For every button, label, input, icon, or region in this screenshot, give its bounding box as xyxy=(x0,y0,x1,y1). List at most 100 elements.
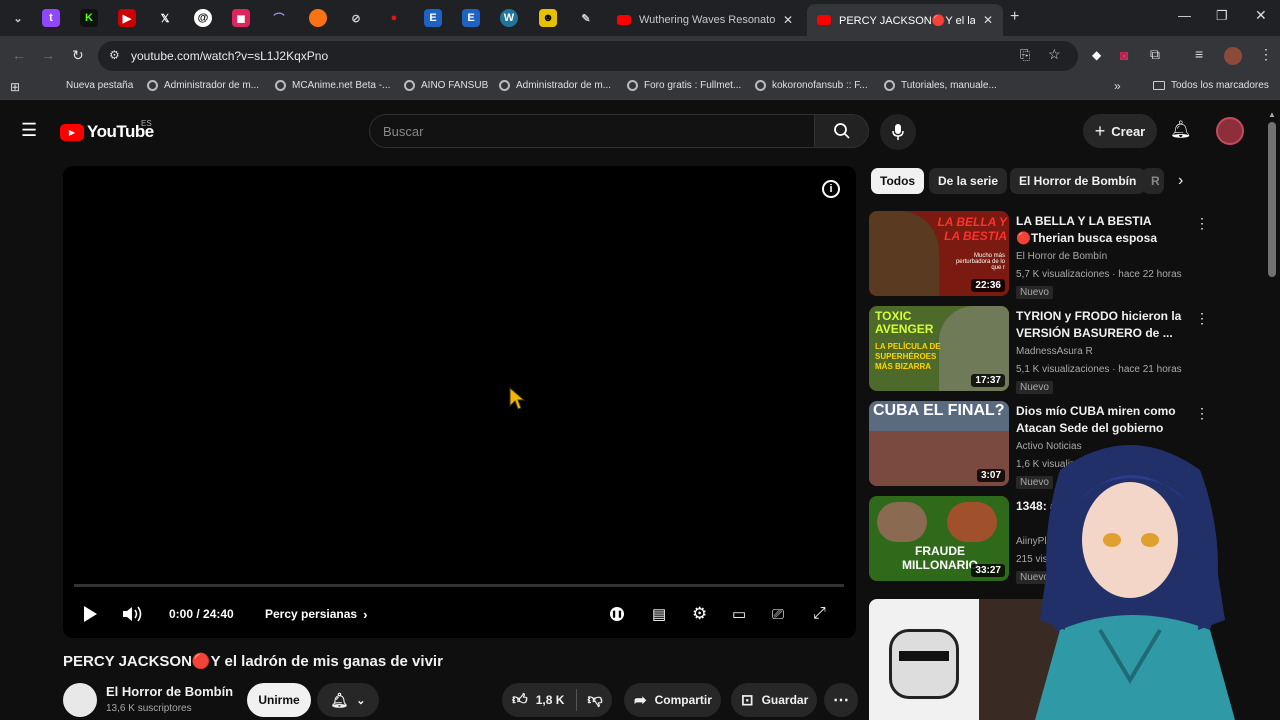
app-tab-icon[interactable] xyxy=(309,9,327,27)
like-count[interactable]: 1,8 K xyxy=(536,693,565,707)
chip-more[interactable]: R xyxy=(1142,168,1164,194)
video-thumbnail[interactable]: TOXIC AVENGER LA PELÍCULA DE SUPERHÉROES… xyxy=(869,306,1009,391)
fullscreen-icon[interactable]: ⤢ xyxy=(813,602,826,626)
chip-channel[interactable]: El Horror de Bombín xyxy=(1010,168,1146,194)
bookmark-item[interactable]: Administrador de m... xyxy=(499,80,611,91)
install-app-icon[interactable]: ⎘ xyxy=(1020,47,1030,63)
subscription-bell-button[interactable]: 🔔︎ ⌄ xyxy=(317,683,379,717)
scroll-up-icon[interactable]: ▲ xyxy=(1268,110,1276,119)
share-button[interactable]: ➦ Compartir xyxy=(624,683,721,717)
all-bookmarks-folder[interactable]: Todos los marcadores xyxy=(1153,80,1269,91)
app-tab-icon[interactable]: ● xyxy=(385,9,403,27)
more-options-icon[interactable]: ⋮ xyxy=(1195,405,1209,422)
dislike-icon[interactable]: 👎︎ xyxy=(587,691,602,709)
theater-mode-icon[interactable]: ▭ xyxy=(732,602,746,626)
recommended-video[interactable]: TOXIC AVENGER LA PELÍCULA DE SUPERHÉROES… xyxy=(869,306,1269,394)
bookmark-item[interactable]: MCAnime.net Beta -... xyxy=(275,80,390,91)
extension-icon[interactable]: ◆ xyxy=(1092,48,1101,62)
account-avatar[interactable] xyxy=(1216,117,1244,145)
bookmark-star-icon[interactable]: ☆ xyxy=(1048,46,1061,63)
tab-wuthering-waves[interactable]: Wuthering Waves Resonator Co ✕ xyxy=(607,4,803,36)
more-actions-icon[interactable]: ⋯ xyxy=(824,683,858,717)
voice-search-button[interactable] xyxy=(880,114,916,150)
app-tab-icon[interactable]: ✎ xyxy=(577,9,595,27)
video-thumbnail[interactable]: CUBA EL FINAL? 3:07 xyxy=(869,401,1009,486)
x-tab-icon[interactable]: 𝕏 xyxy=(156,9,174,27)
forward-icon[interactable]: → xyxy=(41,47,55,63)
save-button[interactable]: ⊡ Guardar xyxy=(731,683,817,717)
video-thumbnail[interactable]: FRAUDE MILLONARIO 33:27 xyxy=(869,496,1009,581)
like-icon[interactable]: 👍︎ xyxy=(512,691,528,709)
media-control-icon[interactable]: ≡ xyxy=(1195,46,1203,62)
close-tab-icon[interactable]: ✕ xyxy=(783,13,793,27)
search-input[interactable]: Buscar xyxy=(369,114,815,148)
back-icon[interactable]: ← xyxy=(12,47,26,63)
tab-search-icon[interactable]: ⌄ xyxy=(9,9,27,27)
new-tab-icon[interactable]: + xyxy=(1010,8,1019,26)
app-tab-icon[interactable]: ☻ xyxy=(539,9,557,27)
site-info-icon[interactable]: ⚙ xyxy=(109,48,120,62)
youtube-logo[interactable]: ▶ YouTube xyxy=(60,122,154,142)
volume-button[interactable] xyxy=(121,602,145,626)
bookmark-item[interactable]: Foro gratis : Fullmet... xyxy=(627,80,741,91)
hamburger-menu-icon[interactable]: ☰ xyxy=(21,120,37,141)
info-icon[interactable]: i xyxy=(822,180,840,198)
chip-all[interactable]: Todos xyxy=(871,168,925,194)
page-scrollbar[interactable] xyxy=(1268,122,1276,277)
recommended-title[interactable]: TYRION y FRODO hicieron la VERSIÓN BASUR… xyxy=(1016,308,1191,342)
youtube-tab-icon[interactable]: ▶ xyxy=(118,9,136,27)
app-tab-icon[interactable]: ◼ xyxy=(232,9,250,27)
autoplay-toggle[interactable]: ❚❚ xyxy=(610,602,624,626)
url-text[interactable]: youtube.com/watch?v=sL1J2KqxPno xyxy=(131,49,328,63)
chip-series[interactable]: De la serie xyxy=(929,168,1008,194)
more-bookmarks-icon[interactable]: » xyxy=(1114,79,1121,93)
bookmark-item[interactable]: Nueva pestaña xyxy=(66,80,133,91)
channel-avatar[interactable] xyxy=(63,683,97,717)
threads-tab-icon[interactable]: @ xyxy=(194,9,212,27)
bookmark-item[interactable]: kokoronofansub :: F... xyxy=(755,80,868,91)
channel-name[interactable]: El Horror de Bombín xyxy=(106,684,233,699)
recommended-video[interactable]: LA BELLA Y LA BESTIA Mucho más perturbad… xyxy=(869,211,1269,299)
more-options-icon[interactable]: ⋮ xyxy=(1195,215,1209,232)
e-tab-icon[interactable]: E xyxy=(462,9,480,27)
more-options-icon[interactable]: ⋮ xyxy=(1195,310,1209,327)
progress-bar[interactable] xyxy=(74,584,844,587)
twitch-tab-icon[interactable]: t xyxy=(42,9,60,27)
recommended-channel[interactable]: El Horror de Bombín xyxy=(1016,251,1107,262)
browser-menu-icon[interactable]: ⋮ xyxy=(1259,46,1273,63)
bookmark-item[interactable]: Administrador de m... xyxy=(147,80,259,91)
address-bar[interactable]: ⚙ youtube.com/watch?v=sL1J2KqxPno ⎘ ☆ xyxy=(98,41,1078,71)
bookmark-item[interactable]: AINO FANSUB xyxy=(404,80,488,91)
recommended-channel[interactable]: MadnessAsura R xyxy=(1016,346,1093,357)
e-tab-icon[interactable]: E xyxy=(424,9,442,27)
settings-gear-icon[interactable]: ⚙ xyxy=(692,602,707,626)
browser-toolbar: ← → ↻ ⚙ youtube.com/watch?v=sL1J2KqxPno … xyxy=(0,36,1280,76)
create-button[interactable]: + Crear xyxy=(1083,114,1157,148)
wordpress-tab-icon[interactable]: W xyxy=(500,9,518,27)
play-button[interactable] xyxy=(79,602,101,626)
chapter-title-button[interactable]: Percy persianas › xyxy=(265,602,367,626)
extension-icon[interactable]: ◙ xyxy=(1120,47,1128,63)
cast-icon[interactable]: ⎚ xyxy=(772,602,784,626)
kick-tab-icon[interactable]: K xyxy=(80,9,98,27)
close-tab-icon[interactable]: ✕ xyxy=(983,13,993,27)
app-tab-icon[interactable]: ⌒ xyxy=(270,9,288,27)
video-player[interactable]: i 0:00 / 24:40 Percy persianas › ❚❚ ▤ ⚙ ▭… xyxy=(63,166,856,638)
reload-icon[interactable]: ↻ xyxy=(72,47,84,64)
chips-next-icon[interactable]: › xyxy=(1178,172,1183,190)
profile-avatar[interactable] xyxy=(1224,47,1242,65)
video-thumbnail[interactable]: LA BELLA Y LA BESTIA Mucho más perturbad… xyxy=(869,211,1009,296)
search-button[interactable] xyxy=(815,114,869,148)
globe-tab-icon[interactable]: ⊘ xyxy=(347,9,365,27)
join-button[interactable]: Unirme xyxy=(247,683,311,717)
notifications-bell-icon[interactable]: 🔔︎ xyxy=(1170,120,1192,140)
tab-percy-jackson[interactable]: PERCY JACKSON🔴Y el ladrón d ✕ xyxy=(807,4,1003,36)
recommended-title[interactable]: LA BELLA Y LA BESTIA 🔴Therian busca espo… xyxy=(1016,213,1191,247)
extensions-puzzle-icon[interactable]: ⧉ xyxy=(1150,46,1160,63)
bookmark-item[interactable]: Tutoriales, manuale... xyxy=(884,80,997,91)
apps-grid-icon[interactable]: ⊞ xyxy=(10,80,20,94)
subtitles-icon[interactable]: ▤ xyxy=(652,602,666,626)
restore-icon[interactable]: ❐ xyxy=(1216,8,1228,24)
minimize-icon[interactable]: — xyxy=(1178,8,1191,23)
close-window-icon[interactable]: ✕ xyxy=(1255,7,1267,24)
